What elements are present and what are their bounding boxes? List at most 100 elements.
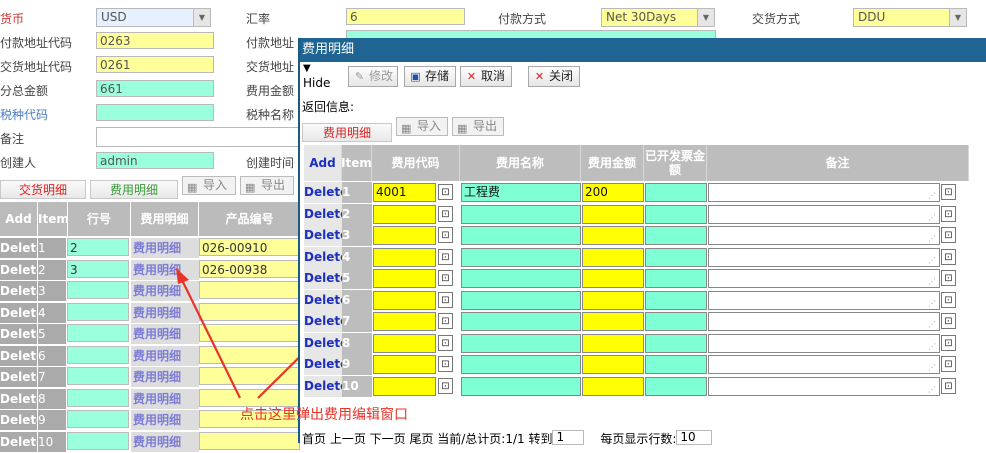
lookup-icon[interactable]: ⊡ bbox=[941, 313, 956, 329]
remark-field[interactable]: ⋰ bbox=[708, 355, 940, 374]
lookup-icon[interactable]: ⊡ bbox=[941, 356, 956, 372]
resize-grip-icon[interactable]: ⋰ bbox=[928, 192, 936, 200]
delete-link[interactable]: Delete bbox=[304, 332, 348, 354]
close-button[interactable]: ✕ 关闭 bbox=[528, 66, 580, 87]
invoiced-amount-field[interactable] bbox=[645, 290, 707, 310]
lookup-icon[interactable]: ⊡ bbox=[438, 334, 453, 351]
lookup-icon[interactable]: ⊡ bbox=[438, 377, 453, 394]
delete-link[interactable]: Delete bbox=[304, 289, 348, 311]
delete-link[interactable]: Delete bbox=[304, 354, 348, 375]
invoiced-amount-field[interactable] bbox=[645, 183, 707, 202]
fee-name-field[interactable] bbox=[461, 333, 581, 353]
fee-name-field[interactable] bbox=[461, 290, 581, 310]
lookup-icon[interactable]: ⊡ bbox=[941, 291, 956, 308]
col-add[interactable]: Add bbox=[304, 145, 342, 181]
delete-link[interactable]: Delete bbox=[304, 182, 348, 203]
fee-code-field[interactable] bbox=[373, 333, 436, 353]
dialog-import-button[interactable]: ▦ 导入 bbox=[396, 117, 448, 136]
resize-grip-icon[interactable]: ⋰ bbox=[928, 299, 936, 308]
resize-grip-icon[interactable]: ⋰ bbox=[928, 321, 936, 329]
fee-amount-field[interactable] bbox=[582, 355, 644, 374]
edit-button[interactable]: ✎ 修改 bbox=[348, 66, 398, 87]
resize-grip-icon[interactable]: ⋰ bbox=[928, 342, 936, 351]
fee-name-field[interactable] bbox=[461, 226, 581, 245]
fee-name-field[interactable] bbox=[461, 376, 581, 396]
fee-code-field[interactable] bbox=[373, 269, 436, 288]
fee-code-field[interactable] bbox=[373, 247, 436, 267]
lookup-icon[interactable]: ⊡ bbox=[941, 227, 956, 243]
lookup-icon[interactable]: ⊡ bbox=[438, 313, 453, 329]
fee-code-field[interactable]: 4001 bbox=[373, 183, 436, 202]
lookup-icon[interactable]: ⊡ bbox=[438, 184, 453, 200]
delete-link[interactable]: Delete bbox=[304, 225, 348, 246]
remark-field[interactable]: ⋰ bbox=[708, 204, 940, 224]
fee-amount-field[interactable] bbox=[582, 376, 644, 396]
remark-field[interactable]: ⋰ bbox=[708, 247, 940, 267]
lookup-icon[interactable]: ⊡ bbox=[941, 248, 956, 265]
lookup-icon[interactable]: ⊡ bbox=[941, 184, 956, 200]
lookup-icon[interactable]: ⊡ bbox=[438, 227, 453, 243]
lookup-icon[interactable]: ⊡ bbox=[941, 377, 956, 394]
lookup-icon[interactable]: ⊡ bbox=[438, 356, 453, 372]
fee-amount-field[interactable] bbox=[582, 226, 644, 245]
cancel-button[interactable]: ✕ 取消 bbox=[460, 66, 512, 87]
delete-link[interactable]: Delete bbox=[304, 311, 348, 332]
remark-field[interactable]: ⋰ bbox=[708, 183, 940, 202]
fee-code-field[interactable] bbox=[373, 204, 436, 224]
fee-code-field[interactable] bbox=[373, 226, 436, 245]
remark-field[interactable]: ⋰ bbox=[708, 312, 940, 331]
fee-code-field[interactable] bbox=[373, 312, 436, 331]
fee-code-field[interactable] bbox=[373, 355, 436, 374]
lookup-icon[interactable]: ⊡ bbox=[941, 205, 956, 222]
invoiced-amount-field[interactable] bbox=[645, 312, 707, 331]
lookup-icon[interactable]: ⊡ bbox=[438, 291, 453, 308]
remark-field[interactable]: ⋰ bbox=[708, 376, 940, 396]
fee-amount-field[interactable] bbox=[582, 247, 644, 267]
remark-field[interactable]: ⋰ bbox=[708, 226, 940, 245]
fee-name-field[interactable] bbox=[461, 312, 581, 331]
fee-name-field[interactable] bbox=[461, 269, 581, 288]
delete-link[interactable]: Delete bbox=[304, 203, 348, 225]
hide-toggle[interactable]: ▼ Hide bbox=[303, 62, 330, 90]
invoiced-amount-field[interactable] bbox=[645, 376, 707, 396]
fee-name-field[interactable] bbox=[461, 355, 581, 374]
remark-field[interactable]: ⋰ bbox=[708, 290, 940, 310]
invoiced-amount-field[interactable] bbox=[645, 247, 707, 267]
remark-field[interactable]: ⋰ bbox=[708, 333, 940, 353]
resize-grip-icon[interactable]: ⋰ bbox=[928, 385, 936, 394]
fee-name-field[interactable]: 工程费 bbox=[461, 183, 581, 202]
resize-grip-icon[interactable]: ⋰ bbox=[928, 235, 936, 243]
fee-amount-field[interactable] bbox=[582, 333, 644, 353]
delete-link[interactable]: Delete bbox=[304, 375, 348, 397]
invoiced-amount-field[interactable] bbox=[645, 226, 707, 245]
resize-grip-icon[interactable]: ⋰ bbox=[928, 278, 936, 286]
resize-grip-icon[interactable]: ⋰ bbox=[928, 213, 936, 222]
remark-field[interactable]: ⋰ bbox=[708, 269, 940, 288]
fee-amount-field[interactable] bbox=[582, 290, 644, 310]
pager-text[interactable]: 首页 上一页 下一页 尾页 当前/总计页:1/1 转到 bbox=[302, 432, 552, 446]
fee-amount-field[interactable] bbox=[582, 204, 644, 224]
invoiced-amount-field[interactable] bbox=[645, 269, 707, 288]
delete-link[interactable]: Delete bbox=[304, 246, 348, 268]
fee-amount-field[interactable] bbox=[582, 269, 644, 288]
fee-amount-field[interactable]: 200 bbox=[582, 183, 644, 202]
fee-name-field[interactable] bbox=[461, 247, 581, 267]
save-button[interactable]: ▣ 存储 bbox=[404, 66, 456, 87]
lookup-icon[interactable]: ⊡ bbox=[438, 270, 453, 286]
lookup-icon[interactable]: ⊡ bbox=[941, 270, 956, 286]
dialog-title[interactable]: 费用明细 bbox=[300, 38, 986, 62]
lookup-icon[interactable]: ⊡ bbox=[941, 334, 956, 351]
fee-code-field[interactable] bbox=[373, 376, 436, 396]
resize-grip-icon[interactable]: ⋰ bbox=[928, 364, 936, 372]
dialog-tab-fee[interactable]: 费用明细 bbox=[302, 123, 392, 142]
delete-link[interactable]: Delete bbox=[304, 268, 348, 289]
lookup-icon[interactable]: ⊡ bbox=[438, 205, 453, 222]
fee-name-field[interactable] bbox=[461, 204, 581, 224]
invoiced-amount-field[interactable] bbox=[645, 355, 707, 374]
lookup-icon[interactable]: ⊡ bbox=[438, 248, 453, 265]
invoiced-amount-field[interactable] bbox=[645, 204, 707, 224]
fee-amount-field[interactable] bbox=[582, 312, 644, 331]
resize-grip-icon[interactable]: ⋰ bbox=[928, 256, 936, 265]
dialog-export-button[interactable]: ▦ 导出 bbox=[452, 117, 504, 136]
fee-code-field[interactable] bbox=[373, 290, 436, 310]
